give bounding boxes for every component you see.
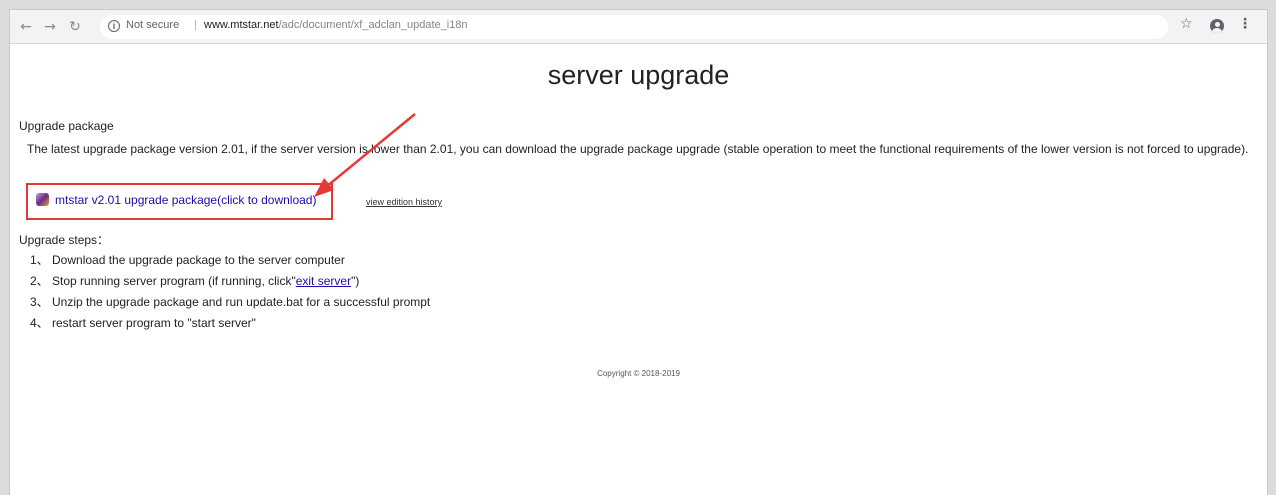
account-icon[interactable] [1210, 19, 1224, 33]
page-title: server upgrade [547, 60, 730, 90]
steps-list: 1、 Download the upgrade package to the s… [30, 250, 430, 334]
screenshot-frame: ← → ↻ i Not secure | www.mtstar.net/adc/… [0, 0, 1276, 495]
step-text: 2、 Stop running server program (if runni… [30, 274, 296, 288]
url-path: /adc/document/xf_adclan_update_i18n [278, 19, 468, 31]
exit-server-link[interactable]: exit server [296, 274, 351, 288]
url-host: www.mtstar.net [204, 19, 279, 31]
step-item: 1、 Download the upgrade package to the s… [30, 250, 430, 271]
download-highlight-box: mtstar v2.01 upgrade package(click to do… [26, 183, 333, 220]
history-link[interactable]: view edition history [366, 197, 442, 207]
step-item: 3、 Unzip the upgrade package and run upd… [30, 292, 430, 313]
security-label[interactable]: Not secure [126, 19, 179, 31]
info-icon[interactable]: i [108, 20, 120, 32]
back-icon[interactable]: ← [16, 17, 36, 37]
page-content: server upgrade Upgrade package The lates… [10, 44, 1267, 496]
step-text: 1、 Download the upgrade package to the s… [30, 253, 345, 267]
browser-toolbar: ← → ↻ i Not secure | www.mtstar.net/adc/… [10, 10, 1267, 44]
package-icon [36, 193, 49, 206]
kebab-menu-icon[interactable]: ⋮ [1238, 16, 1252, 32]
reload-icon[interactable]: ↻ [65, 17, 85, 37]
step-text-suffix: ") [351, 274, 360, 288]
url-text[interactable]: www.mtstar.net/adc/document/xf_adclan_up… [204, 19, 468, 31]
address-separator: | [194, 19, 197, 31]
forward-icon[interactable]: → [40, 17, 60, 37]
steps-heading: Upgrade steps： [19, 233, 110, 247]
star-icon[interactable]: ☆ [1180, 16, 1193, 32]
browser-window: ← → ↻ i Not secure | www.mtstar.net/adc/… [9, 9, 1268, 495]
copyright-text: Copyright © 2018-2019 [597, 369, 680, 378]
download-link[interactable]: mtstar v2.01 upgrade package(click to do… [55, 193, 316, 207]
description-text: The latest upgrade package version 2.01,… [27, 142, 1249, 156]
section-heading: Upgrade package [19, 119, 114, 133]
step-text: 3、 Unzip the upgrade package and run upd… [30, 295, 431, 309]
step-text: 4、 restart server program to "start serv… [30, 316, 256, 330]
step-item: 2、 Stop running server program (if runni… [30, 271, 430, 292]
step-item: 4、 restart server program to "start serv… [30, 313, 430, 334]
address-bar[interactable]: i Not secure | www.mtstar.net/adc/docume… [100, 15, 1168, 39]
